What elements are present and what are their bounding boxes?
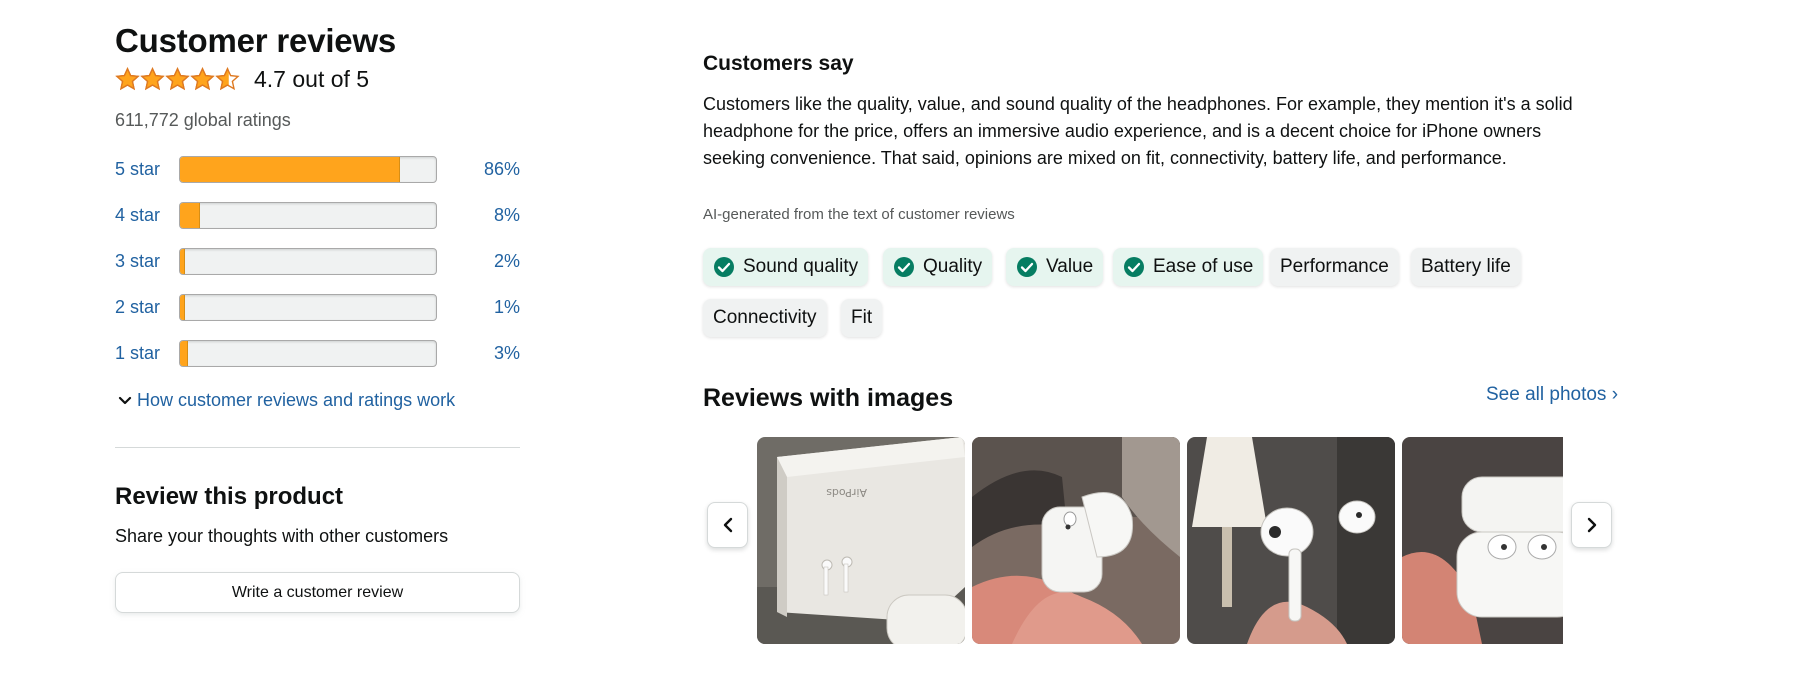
chip-quality[interactable]: Quality bbox=[883, 248, 993, 286]
histogram-row-5-star[interactable]: 5 star 86% bbox=[115, 155, 520, 183]
see-all-photos-link[interactable]: See all photos › bbox=[1486, 384, 1618, 406]
carousel-next-button[interactable] bbox=[1571, 502, 1612, 548]
check-circle-icon bbox=[1017, 257, 1037, 277]
airpods-case-in-hand-photo bbox=[1402, 437, 1563, 644]
check-circle-icon bbox=[714, 257, 734, 277]
histogram-label[interactable]: 4 star bbox=[115, 205, 179, 226]
histogram-row-1-star[interactable]: 1 star 3% bbox=[115, 339, 520, 367]
chevron-left-icon bbox=[723, 517, 732, 533]
chip-connectivity[interactable]: Connectivity bbox=[703, 299, 827, 337]
how-reviews-work-link[interactable]: How customer reviews and ratings work bbox=[115, 390, 455, 411]
airpods-box-photo: AirPods bbox=[757, 437, 965, 644]
histogram-row-4-star[interactable]: 4 star 8% bbox=[115, 201, 520, 229]
chip-performance[interactable]: Performance bbox=[1270, 248, 1399, 286]
histogram-label[interactable]: 3 star bbox=[115, 251, 179, 272]
chip-ease-of-use[interactable]: Ease of use bbox=[1113, 248, 1264, 286]
histogram-label[interactable]: 5 star bbox=[115, 159, 179, 180]
star-rating bbox=[115, 66, 240, 92]
chip-label: Connectivity bbox=[713, 307, 817, 328]
box-text: AirPods bbox=[826, 486, 867, 499]
histogram-row-3-star[interactable]: 3 star 2% bbox=[115, 247, 520, 275]
review-images-carousel: AirPods bbox=[757, 437, 1563, 644]
histogram-fill bbox=[180, 202, 201, 228]
histogram-percent[interactable]: 86% bbox=[437, 159, 520, 180]
chip-label: Ease of use bbox=[1153, 256, 1254, 277]
histogram-percent[interactable]: 1% bbox=[437, 297, 520, 318]
chip-battery-life[interactable]: Battery life bbox=[1411, 248, 1521, 286]
how-reviews-work-text[interactable]: How customer reviews and ratings work bbox=[137, 390, 455, 411]
carousel-prev-button[interactable] bbox=[707, 502, 748, 548]
histogram-bar[interactable] bbox=[179, 247, 437, 275]
star-icon bbox=[190, 66, 215, 90]
review-image-case-in-hand[interactable] bbox=[1402, 437, 1563, 644]
chip-label: Battery life bbox=[1421, 256, 1511, 277]
histogram-bar[interactable] bbox=[179, 155, 437, 183]
histogram-row-2-star[interactable]: 2 star 1% bbox=[115, 293, 520, 321]
histogram-bar[interactable] bbox=[179, 201, 437, 229]
chip-value[interactable]: Value bbox=[1006, 248, 1104, 286]
star-icon bbox=[140, 66, 165, 90]
global-ratings-count: 611,772 global ratings bbox=[115, 110, 291, 130]
average-rating-row: 4.7 out of 5 bbox=[115, 64, 369, 94]
write-review-button[interactable]: Write a customer review bbox=[115, 572, 520, 613]
histogram-bar[interactable] bbox=[179, 339, 437, 367]
customers-say-title: Customers say bbox=[703, 52, 854, 75]
chip-fit[interactable]: Fit bbox=[841, 299, 883, 337]
chip-label: Performance bbox=[1280, 256, 1389, 277]
review-image-open-case[interactable] bbox=[972, 437, 1180, 644]
histogram-fill bbox=[180, 248, 186, 274]
customers-say-summary: Customers like the quality, value, and s… bbox=[703, 94, 1573, 168]
histogram-bar[interactable] bbox=[179, 293, 437, 321]
star-icon bbox=[165, 66, 190, 90]
review-product-subtitle: Share your thoughts with other customers bbox=[115, 526, 449, 546]
reviews-with-images-title: Reviews with images bbox=[703, 384, 954, 412]
star-icon bbox=[115, 66, 140, 90]
ai-generated-note: AI-generated from the text of customer r… bbox=[703, 206, 1015, 223]
review-image-earbuds[interactable] bbox=[1187, 437, 1395, 644]
review-image-airpods-box[interactable]: AirPods bbox=[757, 437, 965, 644]
section-divider bbox=[115, 447, 520, 448]
histogram-percent[interactable]: 8% bbox=[437, 205, 520, 226]
chip-sound-quality[interactable]: Sound quality bbox=[703, 248, 869, 286]
histogram-fill bbox=[180, 294, 186, 320]
chip-label: Fit bbox=[851, 307, 873, 328]
histogram-percent[interactable]: 3% bbox=[437, 343, 520, 364]
chip-label: Quality bbox=[923, 256, 983, 277]
chip-label: Value bbox=[1046, 256, 1094, 277]
airpods-earbuds-photo bbox=[1187, 437, 1395, 644]
histogram-label[interactable]: 2 star bbox=[115, 297, 179, 318]
customer-reviews-title: Customer reviews bbox=[115, 22, 397, 59]
histogram-fill bbox=[180, 156, 401, 182]
review-product-title: Review this product bbox=[115, 483, 344, 510]
histogram-percent[interactable]: 2% bbox=[437, 251, 520, 272]
histogram-label[interactable]: 1 star bbox=[115, 343, 179, 364]
star-icon bbox=[215, 66, 240, 90]
chevron-down-icon bbox=[118, 396, 132, 404]
check-circle-icon bbox=[894, 257, 914, 277]
chevron-right-icon bbox=[1587, 517, 1596, 533]
check-circle-icon bbox=[1124, 257, 1144, 277]
histogram-fill bbox=[180, 340, 188, 366]
chip-label: Sound quality bbox=[743, 256, 859, 277]
airpods-open-case-photo bbox=[972, 437, 1180, 644]
average-rating-text: 4.7 out of 5 bbox=[254, 65, 370, 92]
